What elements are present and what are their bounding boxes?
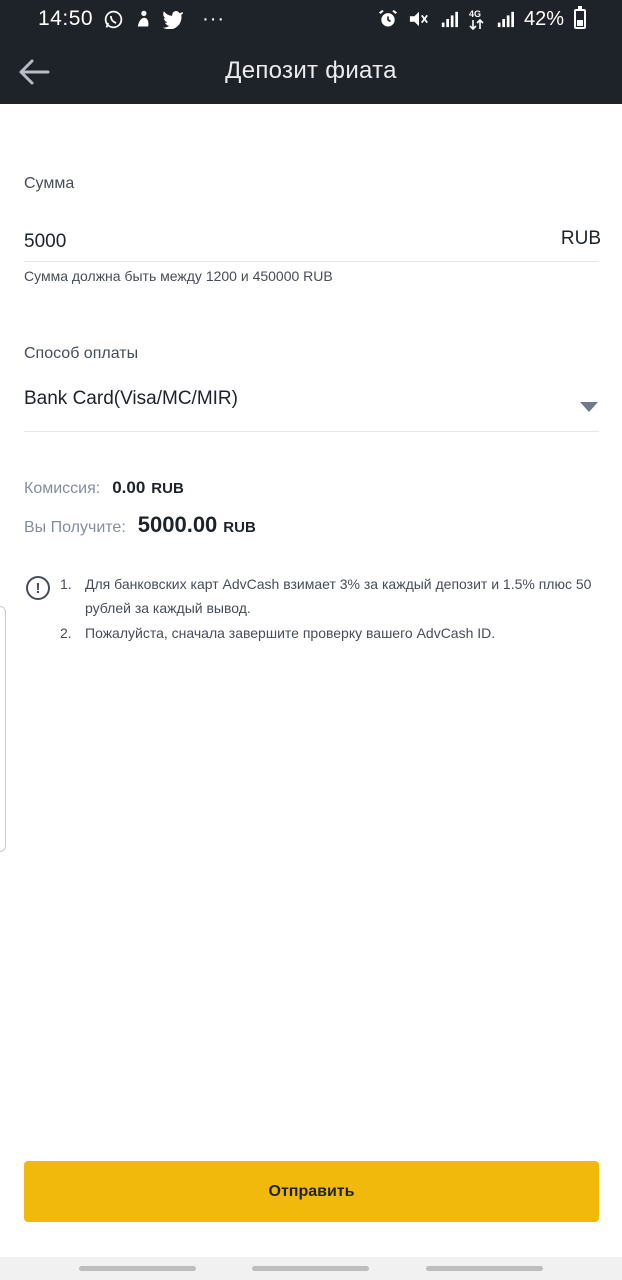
edge-panel-handle[interactable]: [0, 606, 6, 852]
notice-item: 2. Пожалуйста, сначала завершите проверк…: [60, 621, 608, 645]
submit-button[interactable]: Отправить: [24, 1161, 599, 1222]
notification-icon: [134, 8, 152, 30]
nav-recents-button[interactable]: [79, 1266, 196, 1271]
notice-item-text: Для банковских карт AdvCash взимает 3% з…: [85, 576, 592, 616]
receive-unit: RUB: [223, 519, 256, 536]
amount-hint: Сумма должна быть между 1200 и 450000 RU…: [24, 268, 333, 284]
fee-label: Комиссия:: [24, 480, 101, 497]
payment-method-label: Способ оплаты: [24, 345, 139, 362]
twitter-icon: [162, 8, 184, 30]
app-bar: Депозит фиата: [0, 38, 622, 104]
receive-value: 5000.00: [137, 512, 218, 537]
amount-input[interactable]: [24, 228, 504, 256]
fee-row: Комиссия: 0.00 RUB: [24, 478, 184, 498]
status-right: 4G 42%: [378, 6, 586, 31]
notice-item-number: 1.: [60, 576, 72, 592]
signal-icon: [496, 8, 514, 30]
receive-label: Вы Получите:: [24, 519, 126, 536]
battery-percentage: 42%: [523, 7, 564, 30]
notice-item: 1. Для банковских карт AdvCash взимает 3…: [60, 572, 608, 620]
deposit-fiat-screen: 14:50 ··· 4G 42% Депозит фиата Сумма 500…: [0, 0, 622, 1280]
nav-back-button[interactable]: [426, 1266, 543, 1271]
system-nav-bar: [0, 1257, 622, 1280]
status-time: 14:50: [38, 7, 94, 30]
amount-field: RUB: [24, 222, 601, 262]
alarm-icon: [378, 8, 398, 30]
signal-icon: [440, 8, 458, 30]
more-notifications-icon: ···: [202, 7, 226, 30]
caret-down-icon: [580, 402, 598, 412]
notice-item-text: Пожалуйста, сначала завершите проверку в…: [85, 625, 496, 641]
payment-method-select[interactable]: Bank Card(Visa/MC/MIR): [24, 380, 599, 432]
payment-method-value: Bank Card(Visa/MC/MIR): [24, 388, 238, 409]
amount-label: Сумма: [24, 175, 75, 192]
whatsapp-icon: [103, 8, 124, 30]
status-left: 14:50 ···: [38, 7, 225, 31]
notice-item-number: 2.: [60, 625, 72, 641]
amount-currency: RUB: [560, 228, 601, 249]
notice-list: 1. Для банковских карт AdvCash взимает 3…: [60, 572, 608, 646]
arrow-left-icon: [19, 59, 50, 85]
mute-icon: [408, 8, 430, 30]
svg-text:4G: 4G: [469, 9, 481, 19]
nav-home-button[interactable]: [252, 1266, 369, 1271]
back-button[interactable]: [14, 52, 54, 92]
exclamation-circle-icon: !: [26, 576, 50, 600]
page-title: Депозит фиата: [225, 57, 397, 84]
status-bar: 14:50 ··· 4G 42%: [0, 0, 622, 38]
network-4g-icon: 4G: [468, 8, 486, 30]
receive-row: Вы Получите: 5000.00 RUB: [24, 512, 256, 538]
fee-unit: RUB: [151, 480, 184, 497]
battery-icon: [574, 6, 586, 29]
fee-value: 0.00: [112, 478, 146, 497]
